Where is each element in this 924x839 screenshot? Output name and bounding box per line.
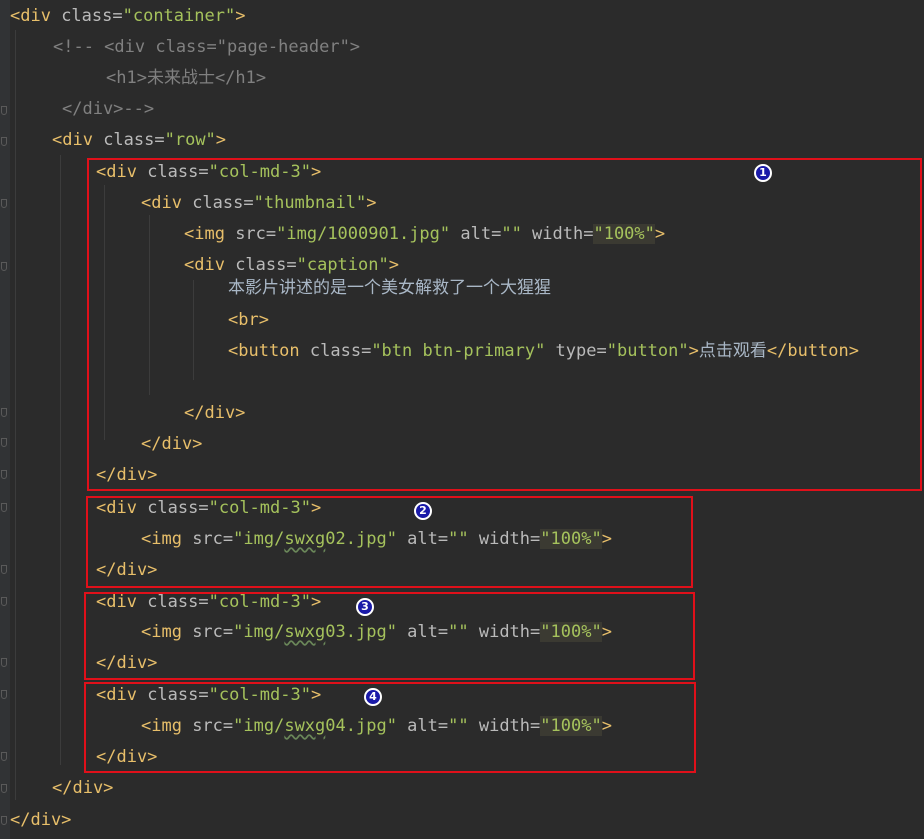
fold-marker-icon[interactable] xyxy=(1,752,7,761)
code-line: </div> xyxy=(10,810,72,830)
editor-gutter xyxy=(0,0,10,839)
highlight-box-2 xyxy=(86,496,693,588)
badge-4: 4 xyxy=(364,688,382,706)
fold-marker-icon[interactable] xyxy=(1,816,7,825)
fold-marker-icon[interactable] xyxy=(1,690,7,699)
code-line: <div class="row"> xyxy=(52,130,227,150)
indent-guide xyxy=(15,30,16,800)
highlight-box-4 xyxy=(84,682,696,773)
fold-marker-icon[interactable] xyxy=(1,408,7,417)
fold-marker-icon[interactable] xyxy=(1,199,7,208)
code-comment-line: <!-- <div class="page-header"> xyxy=(53,37,361,57)
code-line: <div class="container"> xyxy=(10,6,246,26)
fold-marker-icon[interactable] xyxy=(1,503,7,512)
fold-marker-icon[interactable] xyxy=(1,565,7,574)
code-comment-line: <h1>未来战士</h1> xyxy=(106,68,267,88)
badge-3: 3 xyxy=(356,598,374,616)
badge-1: 1 xyxy=(754,164,772,182)
fold-marker-icon[interactable] xyxy=(1,438,7,447)
code-line: </div> xyxy=(52,778,114,798)
fold-marker-icon[interactable] xyxy=(1,784,7,793)
badge-2: 2 xyxy=(414,502,432,520)
fold-marker-icon[interactable] xyxy=(1,137,7,146)
fold-marker-icon[interactable] xyxy=(1,262,7,271)
fold-marker-icon[interactable] xyxy=(1,597,7,606)
fold-marker-icon[interactable] xyxy=(1,106,7,115)
highlight-box-1 xyxy=(87,158,922,491)
code-comment-line: </div>--> xyxy=(62,99,155,119)
fold-marker-icon[interactable] xyxy=(1,658,7,667)
indent-guide xyxy=(60,155,61,765)
fold-marker-icon[interactable] xyxy=(1,470,7,479)
highlight-box-3 xyxy=(84,592,695,680)
